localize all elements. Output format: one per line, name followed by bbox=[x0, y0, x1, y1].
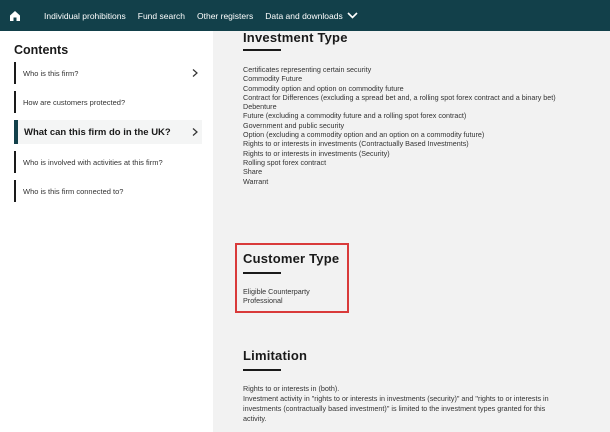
sidebar-item-connected-to[interactable]: Who is this firm connected to? bbox=[14, 180, 202, 202]
investment-type-heading: Investment Type bbox=[243, 31, 348, 45]
home-icon bbox=[10, 10, 20, 21]
contents-title: Contents bbox=[14, 43, 69, 57]
nav-individual-prohibitions[interactable]: Individual prohibitions bbox=[44, 11, 126, 21]
list-item: Debenture bbox=[243, 102, 277, 112]
chevron-down-icon bbox=[347, 12, 358, 19]
sidebar-item-who-is-involved[interactable]: Who is involved with activities at this … bbox=[14, 151, 202, 173]
list-item: Warrant bbox=[243, 176, 269, 186]
nav-data-and-downloads-label: Data and downloads bbox=[265, 10, 343, 21]
sidebar-item-label: What can this firm do in the UK? bbox=[24, 126, 171, 138]
top-navigation: Individual prohibitions Fund search Othe… bbox=[0, 0, 610, 31]
list-item: Future (excluding a commodity future and… bbox=[243, 111, 467, 121]
limitation-line: Rights to or interests in (both). bbox=[243, 384, 340, 393]
contents-sidebar: Contents Who is this firm? How are custo… bbox=[0, 31, 213, 432]
sidebar-item-label: Who is this firm connected to? bbox=[23, 186, 124, 196]
home-button[interactable] bbox=[0, 0, 30, 31]
heading-underline bbox=[243, 369, 281, 371]
list-item: Eligible Counterparty bbox=[243, 287, 310, 296]
sidebar-item-customers-protected[interactable]: How are customers protected? bbox=[14, 91, 202, 113]
main-content: Investment Type Certificates representin… bbox=[213, 31, 610, 432]
list-item: Certificates representing certain securi… bbox=[243, 65, 372, 74]
limitation-line: investments (contractually based investm… bbox=[243, 404, 546, 413]
nav-fund-search[interactable]: Fund search bbox=[138, 11, 185, 21]
limitation-line: Investment activity in "rights to or int… bbox=[243, 394, 549, 403]
heading-underline bbox=[243, 272, 281, 274]
customer-type-list: Eligible Counterparty Professional bbox=[243, 287, 593, 306]
customer-type-heading: Customer Type bbox=[243, 251, 340, 266]
list-item: Rolling spot forex contract bbox=[243, 157, 327, 167]
limitation-heading: Limitation bbox=[243, 348, 308, 363]
list-item: Option (excluding a commodity option and… bbox=[243, 130, 485, 140]
list-item: Contract for Differences (excluding a sp… bbox=[243, 92, 556, 102]
contents-menu: Who is this firm? How are customers prot… bbox=[14, 62, 202, 202]
list-item: Commodity Future bbox=[243, 74, 303, 84]
limitation-text: Rights to or interests in (both). Invest… bbox=[243, 384, 589, 424]
nav-other-registers[interactable]: Other registers bbox=[197, 11, 253, 21]
nav-data-and-downloads[interactable]: Data and downloads bbox=[265, 11, 358, 21]
sidebar-item-label: Who is involved with activities at this … bbox=[23, 157, 163, 167]
investment-type-list: Certificates representing certain securi… bbox=[243, 65, 593, 186]
list-item: Commodity option and option on commodity… bbox=[243, 83, 404, 93]
list-item: Government and public security bbox=[243, 120, 345, 130]
sidebar-item-what-can-firm-do[interactable]: What can this firm do in the UK? bbox=[14, 120, 202, 144]
sidebar-item-label: Who is this firm? bbox=[23, 68, 79, 78]
limitation-line: activity. bbox=[243, 414, 267, 423]
sidebar-item-who-is-this-firm[interactable]: Who is this firm? bbox=[14, 62, 202, 84]
sidebar-item-label: How are customers protected? bbox=[23, 97, 126, 107]
chevron-right-icon bbox=[192, 69, 198, 77]
heading-underline bbox=[243, 49, 281, 51]
list-item: Share bbox=[243, 167, 263, 177]
list-item: Rights to or interests in investments (S… bbox=[243, 148, 390, 158]
list-item: Professional bbox=[243, 296, 283, 306]
chevron-right-icon bbox=[192, 128, 198, 136]
list-item: Rights to or interests in investments (C… bbox=[243, 139, 469, 149]
